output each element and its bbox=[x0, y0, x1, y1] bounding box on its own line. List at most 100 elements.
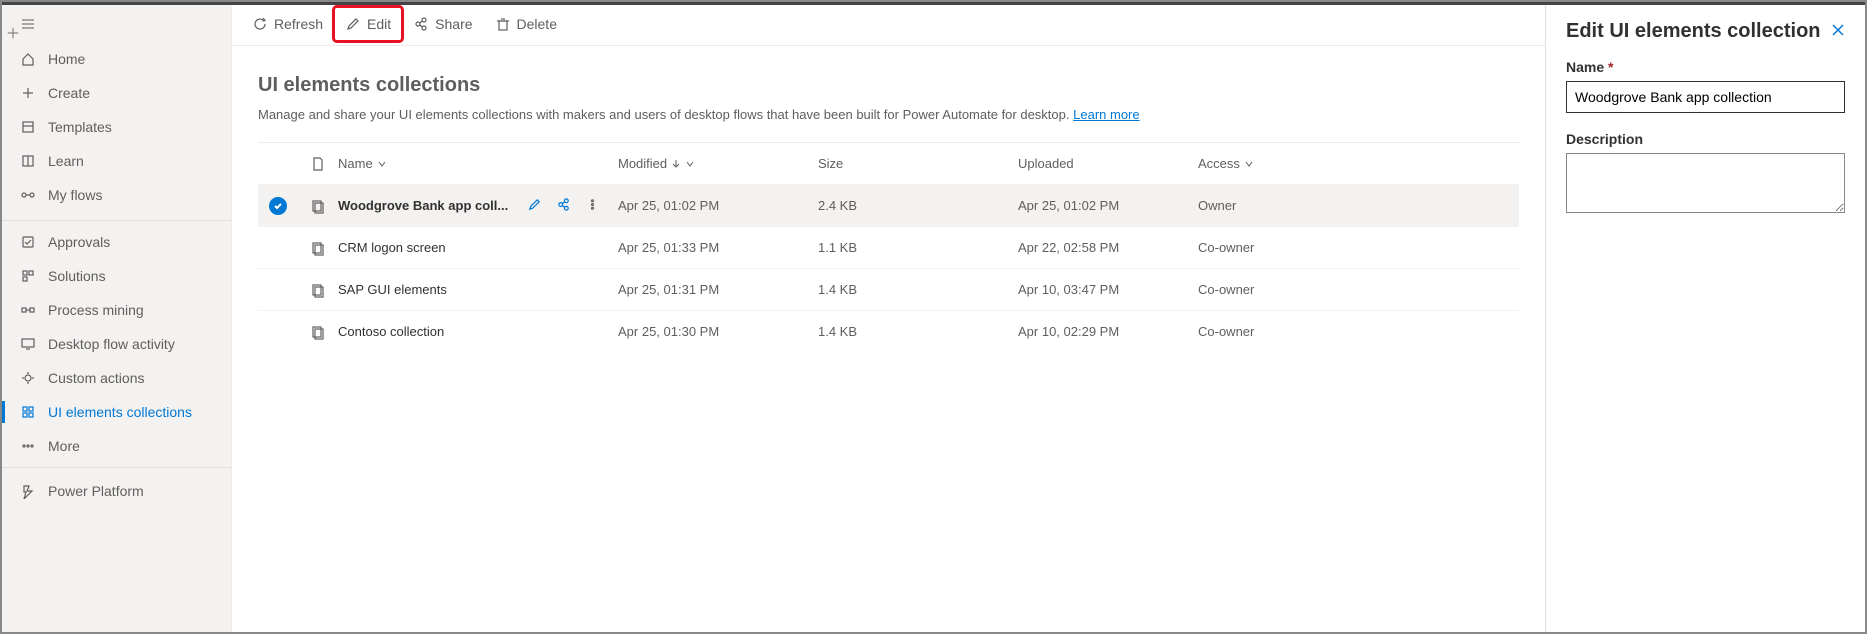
sidebar-item-label: Templates bbox=[48, 119, 112, 135]
collections-table: Name Modified Size Uploaded bbox=[258, 142, 1519, 352]
table-row[interactable]: CRM logon screenApr 25, 01:33 PM1.1 KBAp… bbox=[258, 226, 1519, 268]
panel-title: Edit UI elements collection bbox=[1566, 20, 1821, 43]
header-modified[interactable]: Modified bbox=[618, 156, 818, 171]
description-field-label: Description bbox=[1566, 131, 1845, 147]
row-access: Owner bbox=[1198, 198, 1338, 213]
expand-add-icon[interactable] bbox=[6, 26, 20, 43]
sidebar-item-label: More bbox=[48, 438, 80, 454]
row-share-icon[interactable] bbox=[556, 197, 571, 215]
sidebar-item-custom-actions[interactable]: Custom actions bbox=[2, 361, 231, 395]
sidebar-section-top: Home Create Templates Learn My flows bbox=[2, 42, 231, 221]
delete-button[interactable]: Delete bbox=[485, 8, 567, 40]
row-size: 1.4 KB bbox=[818, 324, 1018, 339]
description-input[interactable] bbox=[1566, 153, 1845, 213]
row-name: Woodgrove Bank app coll... bbox=[338, 198, 508, 213]
name-input[interactable] bbox=[1566, 81, 1845, 113]
sidebar-item-ui-elements-collections[interactable]: UI elements collections bbox=[2, 395, 231, 429]
sidebar-item-solutions[interactable]: Solutions bbox=[2, 259, 231, 293]
sidebar-item-approvals[interactable]: Approvals bbox=[2, 225, 231, 259]
sidebar-item-desktop-flow-activity[interactable]: Desktop flow activity bbox=[2, 327, 231, 361]
sidebar-item-create[interactable]: Create bbox=[2, 76, 231, 110]
edit-panel: Edit UI elements collection Name * Descr… bbox=[1545, 2, 1865, 632]
file-type-header-icon bbox=[310, 156, 326, 172]
templates-icon bbox=[20, 119, 36, 135]
book-icon bbox=[20, 153, 36, 169]
row-modified: Apr 25, 01:30 PM bbox=[618, 324, 818, 339]
close-panel-button[interactable] bbox=[1831, 23, 1845, 40]
sort-down-icon bbox=[671, 159, 681, 169]
row-uploaded: Apr 10, 03:47 PM bbox=[1018, 282, 1198, 297]
home-icon bbox=[20, 51, 36, 67]
learn-more-link[interactable]: Learn more bbox=[1073, 107, 1139, 122]
row-modified: Apr 25, 01:02 PM bbox=[618, 198, 818, 213]
name-field-label: Name * bbox=[1566, 59, 1845, 75]
sidebar-item-label: Learn bbox=[48, 153, 84, 169]
desktop-activity-icon bbox=[20, 336, 36, 352]
solutions-icon bbox=[20, 268, 36, 284]
chevron-down-icon bbox=[377, 159, 387, 169]
table-row[interactable]: SAP GUI elementsApr 25, 01:31 PM1.4 KBAp… bbox=[258, 268, 1519, 310]
edit-button[interactable]: Edit bbox=[335, 8, 401, 40]
toolbar: Refresh Edit Share Delete bbox=[232, 2, 1545, 46]
sidebar-item-label: UI elements collections bbox=[48, 404, 192, 420]
collection-file-icon bbox=[310, 324, 326, 340]
table-row[interactable]: Contoso collection Apr 25, 01:30 PM1.4 KB… bbox=[258, 310, 1519, 352]
sidebar-item-more[interactable]: More bbox=[2, 429, 231, 463]
row-edit-icon[interactable] bbox=[527, 197, 542, 215]
share-label: Share bbox=[435, 16, 472, 32]
row-access: Co-owner bbox=[1198, 282, 1338, 297]
ui-elements-icon bbox=[20, 404, 36, 420]
sidebar-item-label: Power Platform bbox=[48, 483, 144, 499]
sidebar-item-home[interactable]: Home bbox=[2, 42, 231, 76]
sidebar-item-label: Solutions bbox=[48, 268, 106, 284]
row-modified: Apr 25, 01:33 PM bbox=[618, 240, 818, 255]
row-access: Co-owner bbox=[1198, 324, 1338, 339]
row-more-icon[interactable] bbox=[585, 197, 600, 215]
sidebar-section-btm: Power Platform bbox=[2, 468, 231, 508]
sidebar-item-power-platform[interactable]: Power Platform bbox=[2, 474, 231, 508]
sidebar: Home Create Templates Learn My flows Approva… bbox=[2, 2, 232, 632]
sidebar-item-my-flows[interactable]: My flows bbox=[2, 178, 231, 212]
sidebar-item-label: Process mining bbox=[48, 302, 144, 318]
refresh-button[interactable]: Refresh bbox=[242, 8, 333, 40]
custom-actions-icon bbox=[20, 370, 36, 386]
sidebar-item-process-mining[interactable]: Process mining bbox=[2, 293, 231, 327]
hamburger-button[interactable] bbox=[2, 6, 231, 42]
row-modified: Apr 25, 01:31 PM bbox=[618, 282, 818, 297]
content-area: UI elements collections Manage and share… bbox=[232, 46, 1545, 632]
table-row[interactable]: Woodgrove Bank app coll... Apr 25, 01:02 … bbox=[258, 184, 1519, 226]
header-size[interactable]: Size bbox=[818, 156, 1018, 171]
header-uploaded[interactable]: Uploaded bbox=[1018, 156, 1198, 171]
row-access: Co-owner bbox=[1198, 240, 1338, 255]
chevron-down-icon bbox=[685, 159, 695, 169]
sidebar-item-label: My flows bbox=[48, 187, 102, 203]
app-root: Home Create Templates Learn My flows Approva… bbox=[0, 0, 1867, 634]
sidebar-item-learn[interactable]: Learn bbox=[2, 144, 231, 178]
approvals-icon bbox=[20, 234, 36, 250]
table-header-row: Name Modified Size Uploaded bbox=[258, 142, 1519, 184]
sidebar-section-mid: Approvals Solutions Process mining Desktop … bbox=[2, 221, 231, 468]
sidebar-item-label: Desktop flow activity bbox=[48, 336, 175, 352]
sidebar-item-templates[interactable]: Templates bbox=[2, 110, 231, 144]
edit-label: Edit bbox=[367, 16, 391, 32]
sidebar-item-label: Approvals bbox=[48, 234, 110, 250]
sidebar-item-label: Custom actions bbox=[48, 370, 144, 386]
row-selected-check-icon[interactable] bbox=[269, 197, 287, 215]
delete-label: Delete bbox=[517, 16, 557, 32]
flow-icon bbox=[20, 187, 36, 203]
share-button[interactable]: Share bbox=[403, 8, 482, 40]
chevron-down-icon bbox=[1244, 159, 1254, 169]
row-uploaded: Apr 25, 01:02 PM bbox=[1018, 198, 1198, 213]
refresh-label: Refresh bbox=[274, 16, 323, 32]
row-size: 1.4 KB bbox=[818, 282, 1018, 297]
plus-icon bbox=[20, 85, 36, 101]
row-name: Contoso collection bbox=[338, 324, 444, 339]
power-platform-icon bbox=[20, 483, 36, 499]
header-access[interactable]: Access bbox=[1198, 156, 1338, 171]
sidebar-item-label: Home bbox=[48, 51, 85, 67]
header-name[interactable]: Name bbox=[338, 156, 618, 171]
row-name: CRM logon screen bbox=[338, 240, 446, 255]
collection-file-icon bbox=[310, 282, 326, 298]
main-area: Refresh Edit Share Delete UI elements co… bbox=[232, 2, 1545, 632]
sidebar-item-label: Create bbox=[48, 85, 90, 101]
